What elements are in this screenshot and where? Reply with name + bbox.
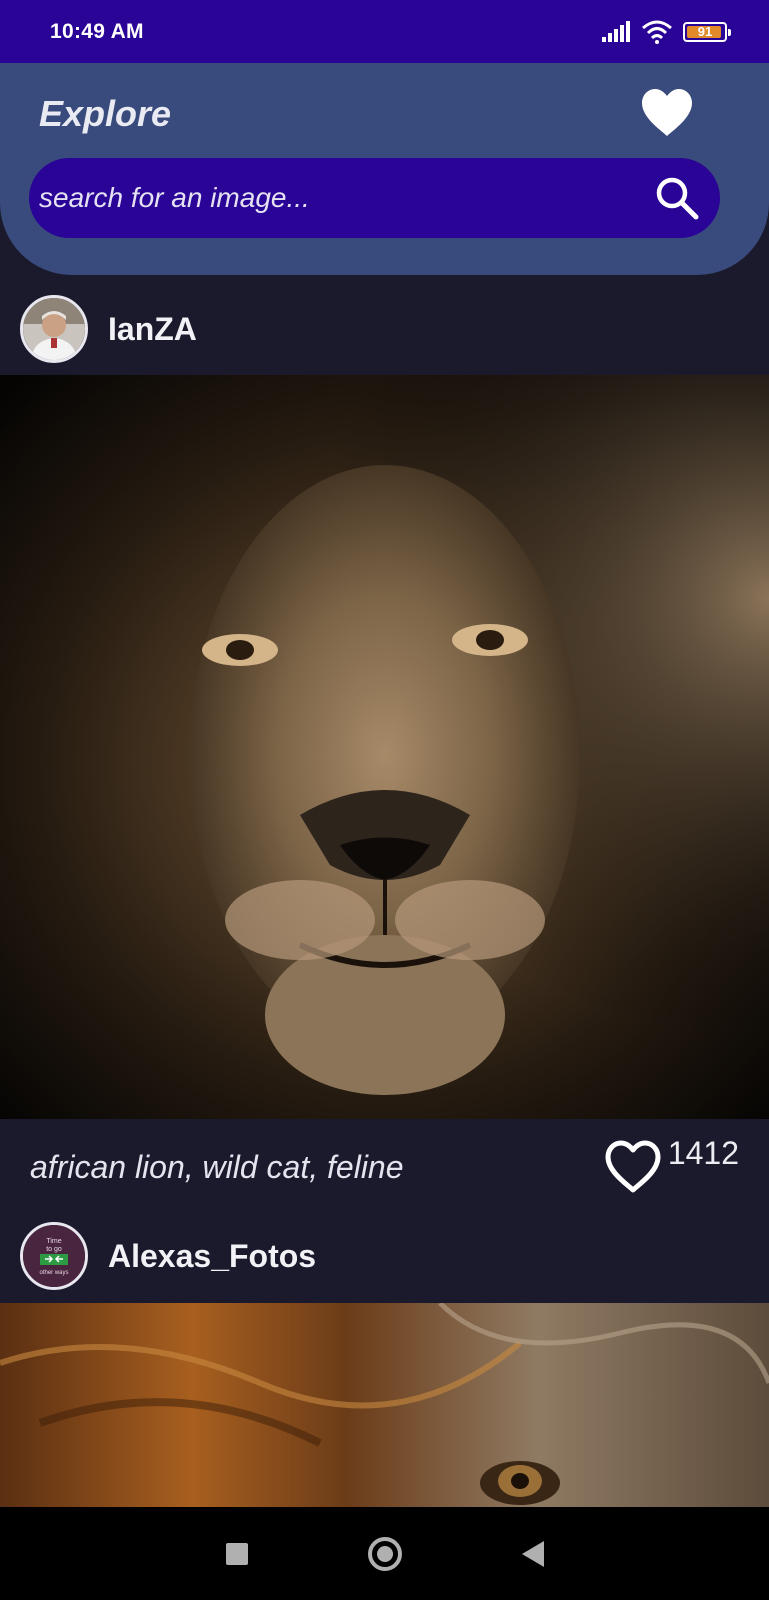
lion-closeup-image <box>0 1303 769 1507</box>
status-icons: 91 <box>601 20 731 44</box>
avatar-text: other ways <box>39 1270 68 1276</box>
username[interactable]: IanZA <box>108 311 197 348</box>
post-footer: african lion, wild cat, feline 1412 <box>0 1119 769 1215</box>
post-image[interactable] <box>0 375 769 1119</box>
page-title: Explore <box>39 93 172 134</box>
heart-outline-icon <box>605 1140 661 1193</box>
username[interactable]: Alexas_Fotos <box>108 1238 316 1275</box>
lion-portrait-image <box>0 375 769 1119</box>
avatar[interactable] <box>20 295 88 363</box>
recents-square-icon[interactable] <box>225 1542 248 1565</box>
heart-icon <box>642 89 692 136</box>
battery-level: 91 <box>697 24 713 39</box>
explore-header: Explore <box>0 63 769 275</box>
search-input[interactable] <box>39 168 654 228</box>
search-button[interactable] <box>654 175 700 221</box>
search-bar <box>29 158 720 238</box>
battery-icon: 91 <box>683 21 731 42</box>
like-button[interactable] <box>604 1139 662 1195</box>
post-header: IanZA <box>0 283 769 375</box>
wifi-icon <box>642 20 672 44</box>
post-header: Time to go other ways Alexas_Fotos <box>0 1210 769 1302</box>
like-count: 1412 <box>667 1135 739 1171</box>
system-nav-bar <box>0 1507 769 1600</box>
avatar[interactable]: Time to go other ways <box>20 1222 88 1290</box>
post-tags: african lion, wild cat, feline <box>30 1148 404 1185</box>
status-bar: 10:49 AM 91 <box>0 0 769 63</box>
home-circle-icon[interactable] <box>367 1536 402 1571</box>
back-triangle-icon[interactable] <box>521 1540 544 1567</box>
favorites-heart-button[interactable] <box>640 88 694 138</box>
search-icon <box>656 177 699 220</box>
like-group: 1412 <box>604 1135 739 1195</box>
status-time: 10:49 AM <box>50 19 144 43</box>
signal-icon <box>602 20 630 42</box>
avatar-text: Time <box>46 1238 61 1245</box>
post-image[interactable] <box>0 1303 769 1507</box>
avatar-text: to go <box>46 1246 62 1253</box>
